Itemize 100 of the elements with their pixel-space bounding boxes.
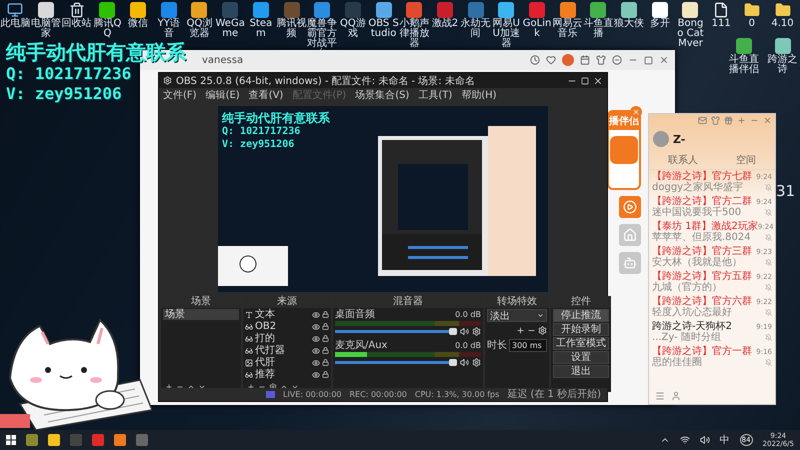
gift-icon[interactable]	[724, 116, 733, 125]
file-icon[interactable]	[713, 2, 730, 18]
close-icon[interactable]	[593, 76, 603, 86]
lock-icon[interactable]	[322, 359, 329, 366]
settings-icon[interactable]	[538, 326, 547, 335]
mail-icon[interactable]	[698, 116, 707, 125]
computer-icon[interactable]	[7, 2, 24, 18]
calendar-icon[interactable]	[580, 55, 590, 65]
app-icon[interactable]	[376, 2, 392, 18]
mute-icon	[765, 334, 772, 341]
lock-icon[interactable]	[322, 311, 329, 318]
contacts-icon[interactable]	[671, 391, 681, 401]
group-name[interactable]: 【跨游之诗】官方二群	[652, 196, 752, 207]
speaker-icon[interactable]	[700, 435, 710, 445]
app-icon[interactable]	[191, 2, 208, 18]
source-item[interactable]: 推荐	[255, 369, 310, 380]
icon-label: 微信	[127, 19, 150, 29]
play-button[interactable]	[619, 196, 641, 218]
shirt-icon[interactable]	[596, 55, 606, 65]
settings-icon[interactable]	[472, 358, 481, 367]
eye-icon[interactable]	[312, 310, 320, 318]
app-icon[interactable]	[621, 2, 638, 18]
eye-icon[interactable]	[312, 346, 320, 354]
control-button[interactable]: 工作室模式	[553, 337, 609, 350]
menu-item[interactable]: 文件(F)	[163, 88, 197, 102]
app-icon[interactable]	[682, 2, 698, 18]
group-name[interactable]: 【跨游之诗】官方一群	[652, 346, 752, 357]
close-icon[interactable]	[659, 55, 669, 65]
lock-icon[interactable]	[322, 335, 329, 342]
menu-item[interactable]: 场景集合(S)	[355, 88, 410, 102]
folder-icon[interactable]	[774, 2, 791, 18]
maximize-icon[interactable]	[644, 56, 653, 64]
menu-item[interactable]: 帮助(H)	[461, 88, 497, 102]
add-icon[interactable]	[516, 326, 525, 335]
speaker-icon[interactable]	[460, 358, 469, 367]
folder-icon[interactable]	[744, 2, 760, 18]
icon-label: GoLink	[522, 19, 552, 39]
group-name[interactable]: 【跨游之诗】官方六群	[652, 296, 752, 307]
menu-icon[interactable]	[655, 391, 665, 401]
minus-circle-icon[interactable]	[612, 55, 622, 65]
heart-icon[interactable]	[546, 55, 556, 65]
settings-icon[interactable]	[269, 382, 277, 390]
lock-icon[interactable]	[322, 347, 329, 354]
source-item[interactable]: 打的	[255, 333, 310, 344]
start-icon[interactable]	[6, 435, 16, 445]
overlay-text: 纯手动代肝有意联系	[222, 112, 330, 125]
menu-item[interactable]: 编辑(E)	[206, 88, 240, 102]
add-icon[interactable]	[165, 382, 173, 390]
clock-icon[interactable]	[530, 55, 540, 65]
group-name[interactable]: 【跨游之诗】官方五群	[652, 271, 752, 282]
control-button[interactable]: 退出	[553, 365, 609, 378]
chat-tab[interactable]: 联系人	[668, 153, 698, 167]
eye-icon[interactable]	[312, 370, 320, 378]
source-item[interactable]: OB2	[255, 321, 310, 332]
eye-icon[interactable]	[312, 334, 320, 342]
app-icon[interactable]	[590, 2, 606, 18]
add-icon[interactable]	[247, 382, 255, 390]
lock-icon[interactable]	[322, 371, 329, 378]
app-icon[interactable]	[498, 2, 514, 18]
caret-icon[interactable]	[537, 312, 544, 319]
icon-label: 永劫无间	[460, 19, 491, 39]
network-icon[interactable]	[680, 435, 690, 445]
app-icon[interactable]	[38, 2, 54, 18]
chat-tab[interactable]: 空间	[736, 153, 756, 167]
icon-label: Steam	[248, 19, 274, 39]
transition-dropdown[interactable]: 淡出	[487, 309, 547, 322]
app-icon[interactable]	[99, 2, 116, 18]
icon-label: 狼大侠	[614, 19, 644, 29]
group-name[interactable]: 【跨游之诗】官方三群	[652, 246, 752, 257]
app-icon[interactable]	[652, 2, 668, 18]
home-icon	[623, 228, 637, 242]
menu-item[interactable]: 查看(V)	[248, 88, 284, 102]
duration-field[interactable]: 300 ms	[509, 339, 547, 352]
avatar[interactable]	[562, 54, 574, 66]
trash-icon[interactable]	[68, 2, 85, 18]
menu-item[interactable]: 工具(T)	[418, 88, 452, 102]
mute-icon	[765, 284, 772, 291]
speaker-icon[interactable]	[460, 327, 469, 336]
eye-icon[interactable]	[312, 358, 320, 366]
control-button[interactable]: 停止推流	[553, 309, 609, 322]
app-icon[interactable]	[560, 2, 576, 18]
group-name[interactable]: 【跨游之诗】官方七群	[652, 171, 752, 182]
source-item[interactable]: 代打器	[255, 345, 310, 356]
scene-item[interactable]: 场景	[163, 309, 239, 320]
eye-icon[interactable]	[312, 322, 320, 330]
lock-icon[interactable]	[322, 323, 329, 330]
control-button[interactable]: 设置	[553, 351, 609, 364]
group-name[interactable]: 【泰坊 1群】激战2玩家	[652, 221, 758, 232]
app-icon[interactable]	[130, 2, 146, 18]
icon-label: 网易云音乐	[552, 19, 584, 39]
source-item[interactable]: 文本	[255, 309, 310, 320]
app-icon[interactable]	[774, 38, 791, 54]
app-icon[interactable]	[252, 2, 269, 18]
ime-indicator[interactable]: 中	[720, 433, 730, 447]
group-name[interactable]: 跨游之诗-天狗杯2	[652, 321, 732, 332]
control-button[interactable]: 开始录制	[553, 323, 609, 336]
settings-icon[interactable]	[472, 327, 481, 336]
source-item[interactable]: 代肝	[255, 357, 310, 368]
shirt-icon[interactable]	[711, 116, 720, 125]
message-preview: 轻度入坑心态最好	[652, 307, 732, 318]
